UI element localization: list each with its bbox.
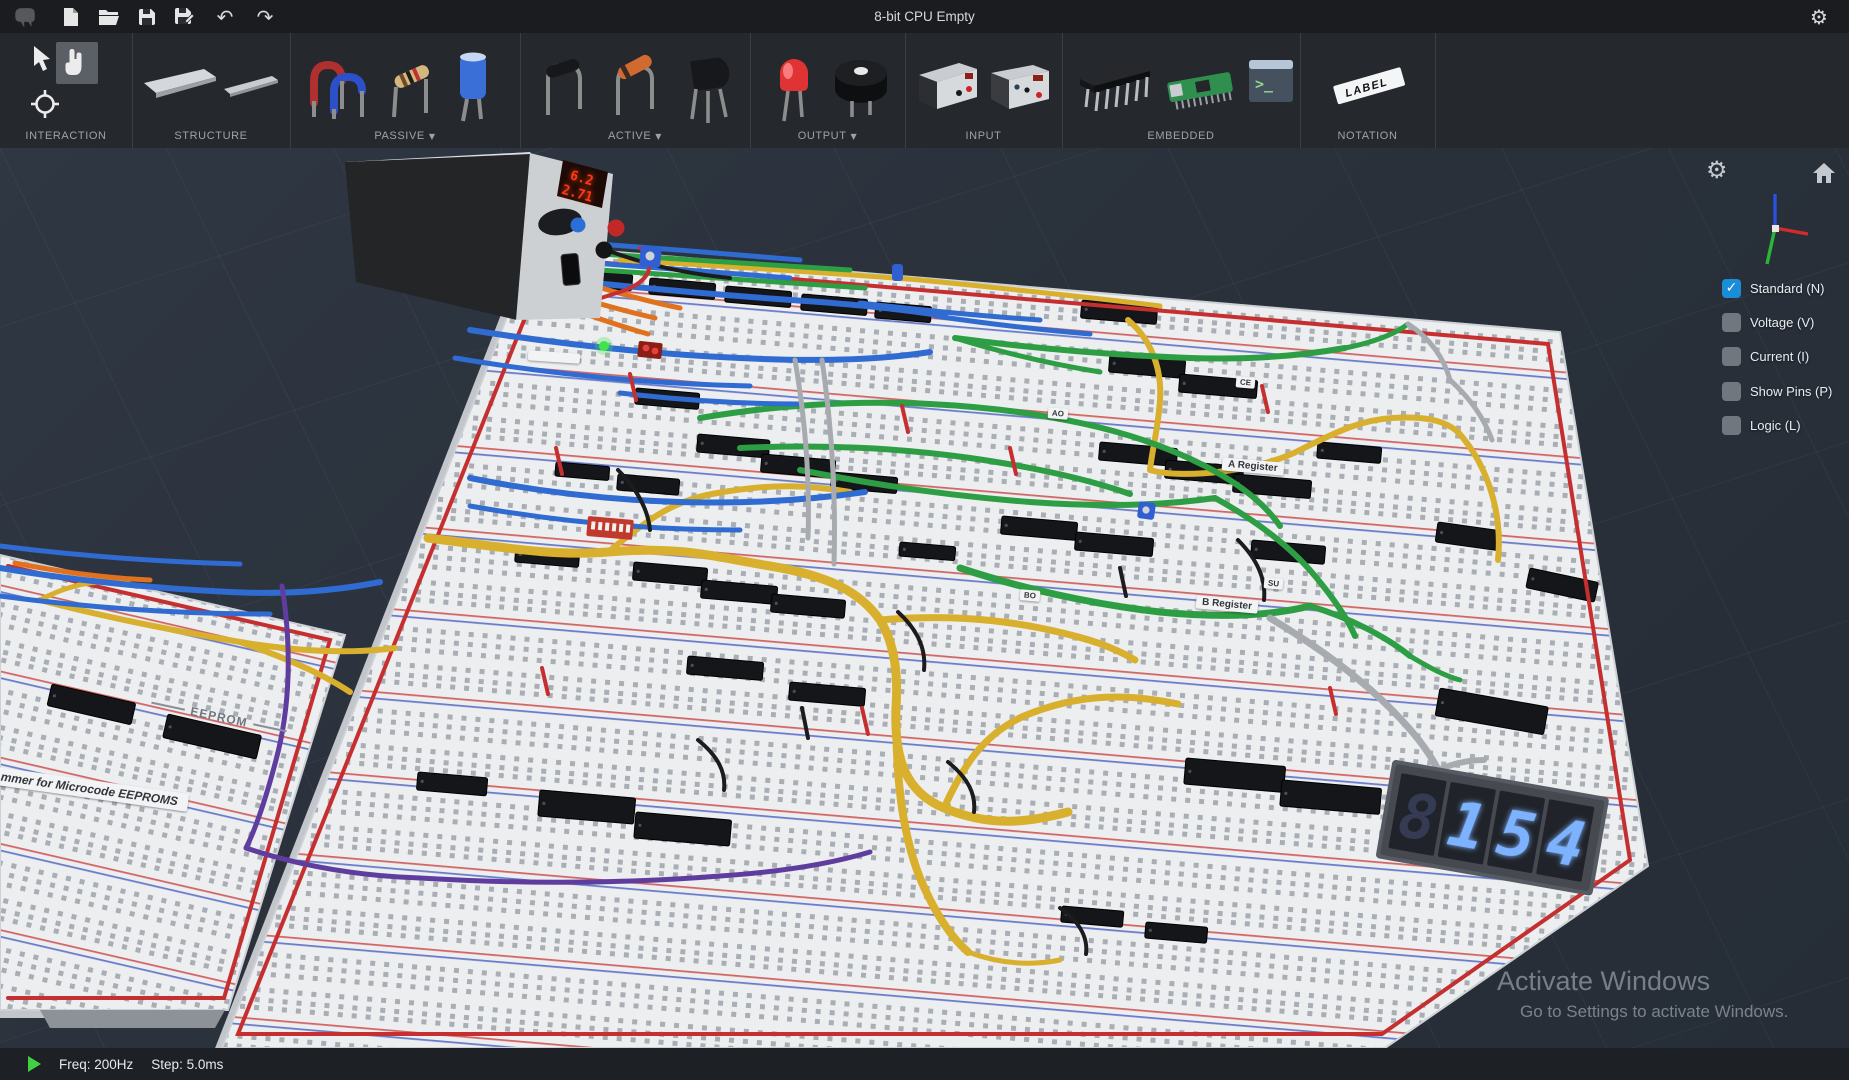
activate-windows-watermark-sub: Go to Settings to activate Windows. [1520, 1002, 1788, 1022]
potentiometer-blue[interactable] [639, 245, 662, 268]
dropdown-arrow-icon: ▼ [851, 132, 858, 141]
buzzer-icon[interactable] [828, 55, 894, 121]
toolbar-section-active: ACTIVE▼ [520, 33, 751, 148]
terminal-icon[interactable]: >_ [1248, 59, 1294, 103]
crumb-app-window: ↶ ↷ 8-bit CPU Empty ⚙ INTERACTION STRUCT… [0, 0, 1849, 1080]
orientation-gizmo[interactable] [1742, 188, 1812, 268]
frequency-readout: Freq: 200Hz [59, 1057, 133, 1072]
status-led-green[interactable] [595, 337, 613, 355]
toolbar-section-interaction: INTERACTION [0, 33, 133, 148]
toolbar-section-input: INPUT [905, 33, 1063, 148]
dropdown-arrow-icon: ▼ [655, 132, 662, 141]
check-icon: ✓ [1726, 280, 1738, 296]
resistor-icon[interactable] [382, 55, 442, 121]
scene-tag-ao[interactable]: AO [1048, 407, 1069, 420]
power-supply-icon[interactable] [919, 63, 977, 109]
scene-tag-ce[interactable]: CE [1236, 376, 1256, 389]
section-label-embedded: EMBEDDED [1062, 130, 1300, 142]
play-button[interactable] [28, 1056, 41, 1072]
scene-viewport[interactable]: 6.2 2.71 8 [0, 148, 1849, 1048]
capacitor-blue[interactable] [892, 264, 903, 281]
board-support [40, 1010, 225, 1028]
capacitor-icon[interactable] [448, 49, 498, 123]
dropdown-arrow-icon: ▼ [429, 132, 436, 141]
scene-tag-su[interactable]: SU [1264, 577, 1284, 590]
statusbar: Freq: 200Hz Step: 5.0ms [0, 1048, 1849, 1080]
titlebar: ↶ ↷ 8-bit CPU Empty ⚙ [0, 0, 1849, 33]
activate-windows-watermark: Activate Windows [1497, 966, 1710, 997]
scene-canvas[interactable]: 6.2 2.71 8 [0, 148, 1849, 1048]
potentiometer-blue[interactable] [1137, 501, 1156, 520]
home-icon[interactable] [1812, 162, 1836, 184]
toolbar-section-structure: STRUCTURE [132, 33, 291, 148]
psu-power-switch[interactable] [561, 253, 581, 285]
display-option-current[interactable]: ✓ Current (I) [1722, 344, 1848, 368]
section-label-output[interactable]: OUTPUT▼ [750, 130, 905, 142]
psu-jack-black[interactable] [596, 242, 613, 259]
transistor-icon[interactable] [680, 49, 736, 125]
hand-tool-icon[interactable] [63, 47, 91, 79]
scene-tag-bo[interactable]: BO [1020, 589, 1041, 602]
section-label-active[interactable]: ACTIVE▼ [520, 130, 750, 142]
dip-switch[interactable] [586, 516, 634, 540]
section-label-passive[interactable]: PASSIVE▼ [290, 130, 520, 142]
checkbox[interactable]: ✓ [1722, 313, 1741, 332]
toolbar-section-notation: LABEL NOTATION [1300, 33, 1436, 148]
step-readout: Step: 5.0ms [151, 1057, 223, 1072]
viewport-settings-gear-icon[interactable]: ⚙ [1706, 160, 1728, 180]
led-cluster-red[interactable] [637, 341, 663, 359]
target-tool-icon[interactable] [30, 89, 60, 119]
checkbox[interactable]: ✓ [1722, 279, 1741, 298]
settings-gear-icon[interactable]: ⚙ [1806, 4, 1832, 29]
toolbar-section-output: OUTPUT▼ [750, 33, 906, 148]
display-option-voltage[interactable]: ✓ Voltage (V) [1722, 310, 1848, 334]
section-label-structure: STRUCTURE [132, 130, 290, 142]
checkbox[interactable]: ✓ [1722, 416, 1741, 435]
checkbox[interactable]: ✓ [1722, 382, 1741, 401]
section-label-input: INPUT [905, 130, 1062, 142]
display-option-standard[interactable]: ✓ Standard (N) [1722, 276, 1848, 300]
toolbar-section-embedded: >_ EMBEDDED [1062, 33, 1301, 148]
section-label-interaction: INTERACTION [0, 130, 132, 142]
cursor-tool-icon[interactable] [32, 45, 54, 75]
label-tag-icon[interactable]: LABEL [1324, 59, 1416, 111]
led-icon[interactable] [766, 51, 822, 125]
bar-icon[interactable] [224, 76, 278, 97]
display-option-logic[interactable]: ✓ Logic (L) [1722, 413, 1848, 437]
toolbar-section-passive: PASSIVE▼ [290, 33, 521, 148]
terminal-prompt-glyph: >_ [1255, 75, 1274, 93]
bench-power-supply-icon[interactable] [991, 65, 1049, 109]
checkbox[interactable]: ✓ [1722, 347, 1741, 366]
diode-icon[interactable] [538, 53, 600, 121]
component-toolbar: INTERACTION STRUCTURE [0, 33, 1849, 148]
display-option-show-pins[interactable]: ✓ Show Pins (P) [1722, 379, 1848, 403]
dip-ic-icon[interactable] [1074, 55, 1158, 121]
wire-icon[interactable] [308, 51, 384, 121]
psu-jack-red[interactable] [608, 220, 625, 237]
microcontroller-icon[interactable] [1162, 59, 1240, 117]
zener-diode-icon[interactable] [608, 51, 670, 121]
section-label-notation: NOTATION [1300, 130, 1435, 142]
document-title: 8-bit CPU Empty [0, 0, 1849, 33]
breadboard-icon[interactable] [144, 69, 216, 98]
